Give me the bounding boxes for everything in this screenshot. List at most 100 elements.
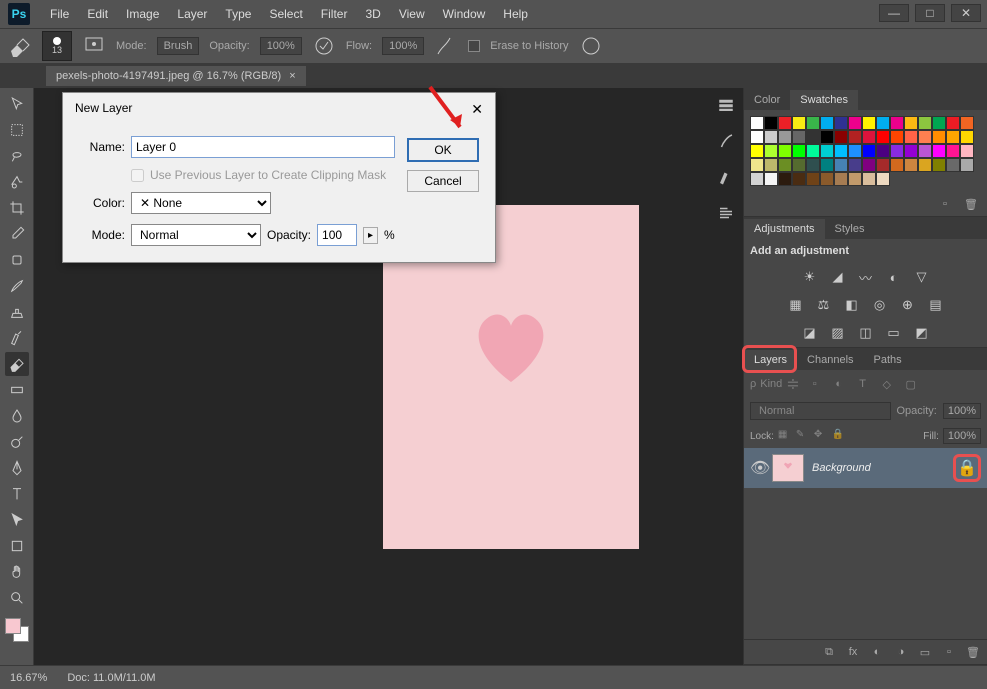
kind-filter[interactable]: Kind: [762, 375, 780, 393]
swatch[interactable]: [806, 172, 820, 186]
swatch[interactable]: [806, 144, 820, 158]
levels-icon[interactable]: ◢: [828, 267, 848, 287]
new-fill-icon[interactable]: ◑: [893, 644, 909, 660]
photo-filter-icon[interactable]: ◎: [870, 295, 890, 315]
clone-stamp-tool[interactable]: [5, 300, 29, 324]
menu-3d[interactable]: 3D: [357, 3, 388, 25]
menu-window[interactable]: Window: [435, 3, 494, 25]
swatch[interactable]: [848, 172, 862, 186]
bw-icon[interactable]: ◧: [842, 295, 862, 315]
swatch[interactable]: [918, 158, 932, 172]
new-group-icon[interactable]: ▭: [917, 644, 933, 660]
flow-value[interactable]: 100%: [382, 37, 424, 55]
eraser-tool[interactable]: [5, 352, 29, 376]
swatch[interactable]: [764, 116, 778, 130]
fill-value[interactable]: 100%: [943, 428, 981, 444]
invert-icon[interactable]: ◪: [800, 323, 820, 343]
crop-tool[interactable]: [5, 196, 29, 220]
brush-presets-icon[interactable]: [715, 130, 737, 152]
menu-layer[interactable]: Layer: [169, 3, 215, 25]
menu-file[interactable]: File: [42, 3, 77, 25]
opacity-value[interactable]: 100%: [260, 37, 302, 55]
swatch[interactable]: [862, 130, 876, 144]
vibrance-icon[interactable]: ▽: [912, 267, 932, 287]
layer-background[interactable]: 👁 Background 🔒: [744, 448, 987, 488]
swatch[interactable]: [890, 116, 904, 130]
exposure-icon[interactable]: ◐: [884, 267, 904, 287]
brush-preset[interactable]: 13: [42, 31, 72, 61]
marquee-tool[interactable]: [5, 118, 29, 142]
swatch[interactable]: [750, 130, 764, 144]
posterize-icon[interactable]: ▨: [828, 323, 848, 343]
swatch[interactable]: [820, 116, 834, 130]
swatch[interactable]: [932, 130, 946, 144]
eyedropper-tool[interactable]: [5, 222, 29, 246]
hue-icon[interactable]: ▦: [786, 295, 806, 315]
swatches-tab[interactable]: Swatches: [790, 90, 858, 110]
swatch[interactable]: [834, 158, 848, 172]
swatch[interactable]: [904, 144, 918, 158]
swatch[interactable]: [876, 172, 890, 186]
erase-history-check[interactable]: [468, 40, 480, 52]
swatch[interactable]: [848, 130, 862, 144]
swatch[interactable]: [890, 144, 904, 158]
swatch[interactable]: [904, 116, 918, 130]
maximize-button[interactable]: □: [915, 4, 945, 22]
swatch[interactable]: [890, 158, 904, 172]
swatch[interactable]: [820, 144, 834, 158]
swatch[interactable]: [862, 116, 876, 130]
swatch[interactable]: [862, 158, 876, 172]
curves-icon[interactable]: 〰: [856, 267, 876, 287]
swatch[interactable]: [820, 130, 834, 144]
lasso-tool[interactable]: [5, 144, 29, 168]
pen-tool[interactable]: [5, 456, 29, 480]
ok-button[interactable]: OK: [407, 138, 479, 162]
doc-size[interactable]: Doc: 11.0M/11.0M: [67, 672, 155, 684]
menu-help[interactable]: Help: [495, 3, 536, 25]
layer-thumbnail[interactable]: [772, 454, 804, 482]
swatch[interactable]: [890, 130, 904, 144]
delete-layer-icon[interactable]: 🗑: [965, 644, 981, 660]
color-select[interactable]: ✕ None: [131, 192, 271, 214]
minimize-button[interactable]: —: [879, 4, 909, 22]
zoom-tool[interactable]: [5, 586, 29, 610]
swatch[interactable]: [876, 116, 890, 130]
swatch[interactable]: [792, 116, 806, 130]
swatch[interactable]: [834, 172, 848, 186]
swatch[interactable]: [750, 116, 764, 130]
foreground-color-swatch[interactable]: [5, 618, 21, 634]
threshold-icon[interactable]: ◫: [856, 323, 876, 343]
close-button[interactable]: ✕: [951, 4, 981, 22]
tab-close-icon[interactable]: ×: [289, 70, 295, 82]
menu-filter[interactable]: Filter: [313, 3, 356, 25]
healing-tool[interactable]: [5, 248, 29, 272]
color-lookup-icon[interactable]: ▤: [926, 295, 946, 315]
swatch[interactable]: [960, 116, 974, 130]
filter-adjust-icon[interactable]: ◐: [830, 375, 848, 393]
swatch[interactable]: [750, 158, 764, 172]
channels-tab[interactable]: Channels: [797, 350, 863, 370]
swatch[interactable]: [834, 130, 848, 144]
swatch[interactable]: [876, 158, 890, 172]
swatch[interactable]: [946, 116, 960, 130]
swatch[interactable]: [764, 158, 778, 172]
airbrush-icon[interactable]: [434, 34, 458, 58]
dlg-opacity-input[interactable]: [317, 224, 357, 246]
swatch[interactable]: [918, 116, 932, 130]
zoom-level[interactable]: 16.67%: [10, 672, 47, 684]
mask-icon[interactable]: ◐: [869, 644, 885, 660]
swatch[interactable]: [806, 130, 820, 144]
swatch[interactable]: [960, 158, 974, 172]
swatch[interactable]: [946, 144, 960, 158]
swatch[interactable]: [778, 130, 792, 144]
document-tab[interactable]: pexels-photo-4197491.jpeg @ 16.7% (RGB/8…: [46, 66, 306, 86]
mode-select[interactable]: Brush: [157, 37, 200, 55]
menu-view[interactable]: View: [391, 3, 433, 25]
link-layers-icon[interactable]: ⧉: [821, 644, 837, 660]
layer-opacity-value[interactable]: 100%: [943, 403, 981, 419]
swatch[interactable]: [792, 172, 806, 186]
history-panel-icon[interactable]: [715, 94, 737, 116]
swatch[interactable]: [750, 144, 764, 158]
swatch[interactable]: [750, 172, 764, 186]
color-tab[interactable]: Color: [744, 90, 790, 110]
